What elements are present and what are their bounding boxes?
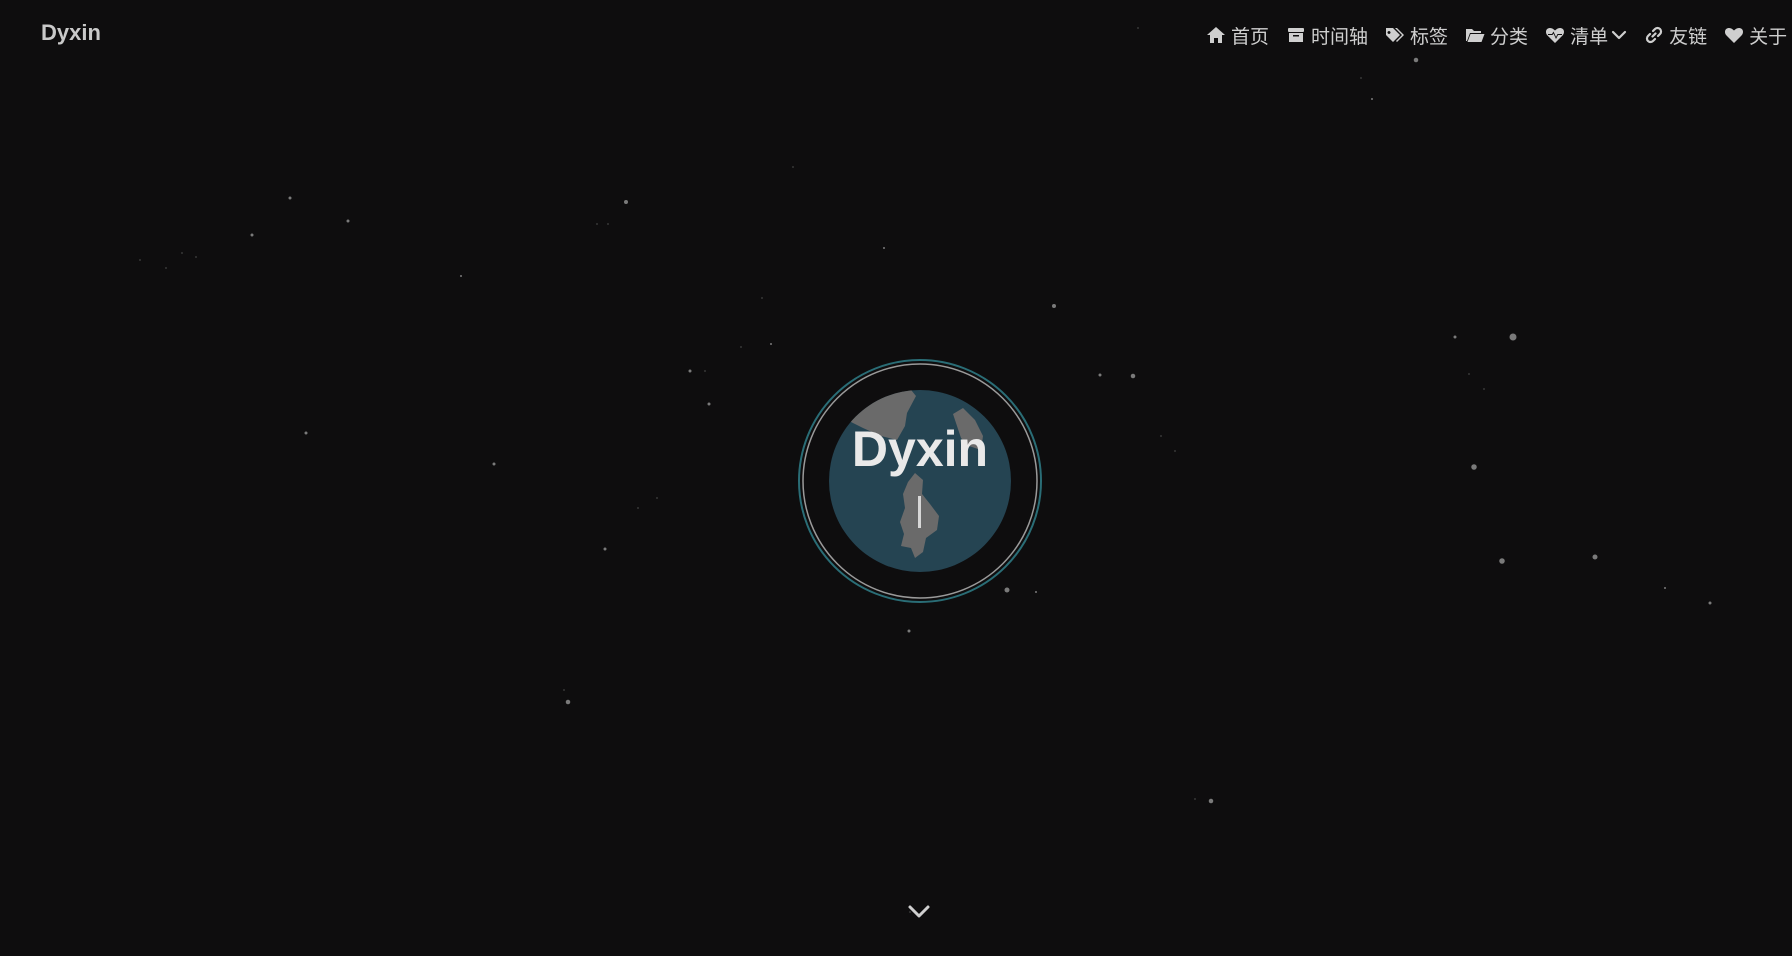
hero-planet [798, 359, 1042, 603]
star [565, 699, 571, 705]
star [1360, 77, 1362, 79]
star [288, 196, 292, 200]
star [165, 267, 167, 269]
star [883, 247, 885, 249]
scroll-down-button[interactable] [906, 902, 932, 922]
nav-item-label: 关于 [1749, 25, 1788, 48]
star [656, 497, 658, 499]
star [1194, 798, 1196, 800]
chevron-down-icon [1611, 30, 1627, 40]
star [596, 223, 598, 225]
star [1371, 98, 1373, 100]
star [624, 200, 628, 204]
nav-item-tags[interactable]: 标签 [1385, 22, 1448, 49]
top-nav: 首页 时间轴 标签 分类 清单 友链 关于 [1206, 22, 1792, 48]
star [907, 629, 911, 633]
site-brand[interactable]: Dyxin [41, 20, 101, 46]
star [1130, 373, 1136, 379]
star [1664, 587, 1666, 589]
star [1137, 27, 1139, 29]
star [792, 166, 794, 168]
heart-icon [1725, 27, 1744, 43]
star [195, 256, 197, 258]
star [770, 343, 772, 345]
star [1052, 304, 1056, 308]
typing-cursor [918, 496, 921, 528]
star [637, 507, 639, 509]
heartbeat-icon [1546, 27, 1565, 43]
star [704, 370, 706, 372]
star [139, 259, 141, 261]
nav-item-label: 时间轴 [1311, 25, 1369, 48]
star [1468, 373, 1470, 375]
folder-open-icon [1466, 29, 1485, 42]
star [1483, 388, 1485, 390]
nav-item-home[interactable]: 首页 [1206, 22, 1269, 49]
nav-item-timeline[interactable]: 时间轴 [1286, 22, 1368, 49]
star [1160, 435, 1162, 437]
nav-item-links[interactable]: 友链 [1644, 22, 1707, 49]
star [460, 275, 462, 277]
star [603, 547, 607, 551]
star [304, 431, 308, 435]
nav-item-list[interactable]: 清单 [1545, 22, 1627, 49]
star [1592, 554, 1598, 560]
home-icon [1207, 27, 1225, 43]
archive-icon [1288, 28, 1305, 42]
tags-icon [1386, 28, 1405, 42]
star [1471, 464, 1477, 470]
nav-item-about[interactable]: 关于 [1724, 22, 1787, 49]
link-icon [1645, 26, 1663, 44]
star [181, 252, 183, 254]
star [346, 219, 350, 223]
nav-item-label: 友链 [1669, 25, 1708, 48]
hero-title: Dyxin [851, 421, 989, 477]
nav-item-label: 首页 [1231, 25, 1270, 48]
star [1499, 558, 1505, 564]
star [1174, 450, 1176, 452]
star [740, 346, 742, 348]
nav-item-categories[interactable]: 分类 [1465, 22, 1528, 49]
star [1208, 798, 1214, 804]
nav-item-label: 分类 [1490, 25, 1529, 48]
star [1453, 335, 1457, 339]
star [1098, 373, 1102, 377]
chevron-down-icon [908, 905, 930, 918]
star [1509, 333, 1517, 341]
star [707, 402, 711, 406]
star [492, 462, 496, 466]
star [607, 223, 609, 225]
star [688, 369, 692, 373]
star [761, 297, 763, 299]
star [1708, 601, 1712, 605]
page: Dyxin 首页 时间轴 标签 分类 清单 友链 关于 Dyxin [0, 0, 1792, 956]
nav-item-label: 清单 [1570, 25, 1609, 48]
star [1413, 57, 1419, 63]
nav-item-label: 标签 [1410, 25, 1449, 48]
star [250, 233, 254, 237]
star [563, 689, 565, 691]
